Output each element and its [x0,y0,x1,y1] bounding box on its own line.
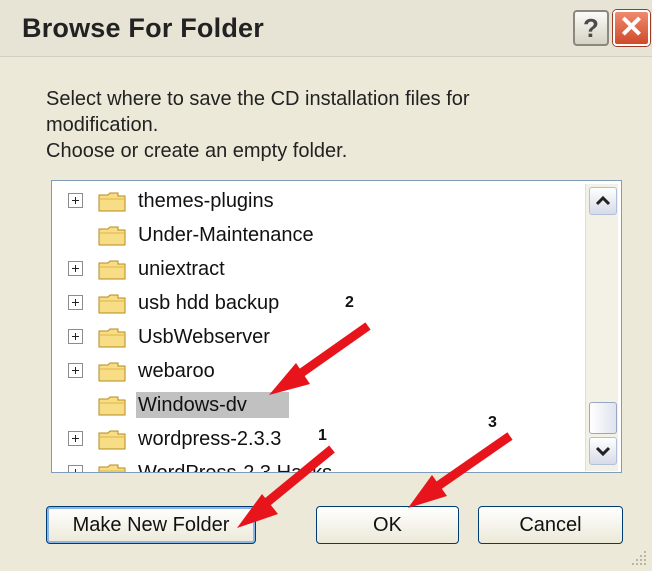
annotation-number-3: 3 [488,414,497,431]
browse-for-folder-dialog: Browse For Folder ? ✕ Select where to sa… [0,0,652,571]
annotation-arrows [237,322,513,528]
arrow-3 [408,432,513,508]
arrow-1 [237,445,335,528]
arrow-2 [269,322,371,395]
annotation-number-2: 2 [345,294,354,311]
resize-grip-icon[interactable] [630,549,648,567]
annotation-number-1: 1 [318,427,327,444]
